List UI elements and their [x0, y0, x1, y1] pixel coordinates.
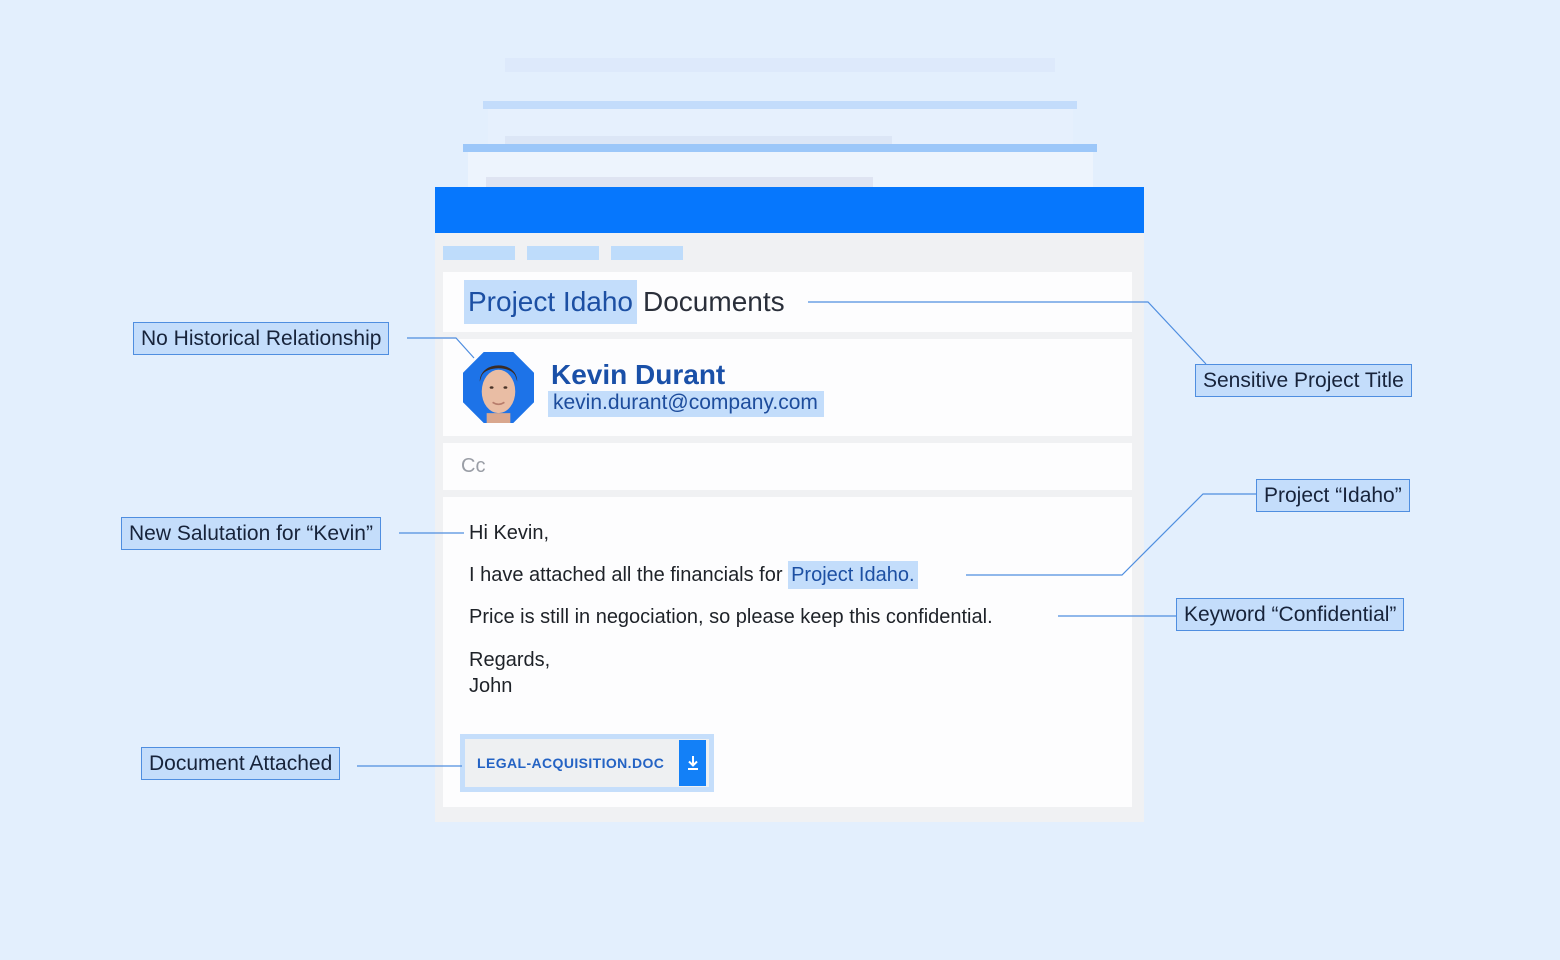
greeting: Hi Kevin,: [469, 522, 550, 544]
download-button[interactable]: [679, 740, 706, 786]
callout-sensitive-project-title: Sensitive Project Title: [1195, 364, 1412, 397]
attachment-chip[interactable]: LEGAL-ACQUISITION.DOC: [460, 734, 714, 792]
toolbar-tab[interactable]: [611, 246, 683, 260]
avatar: [463, 352, 534, 423]
callout-project-idaho: Project “Idaho”: [1256, 479, 1410, 512]
message-body[interactable]: Hi Kevin, I have attached all the financ…: [443, 497, 1132, 807]
toolbar-tab[interactable]: [443, 246, 515, 260]
email-window: Project Idaho Documents Kevin Durant kev…: [435, 187, 1144, 822]
signature: John: [469, 675, 513, 697]
attachment-name: LEGAL-ACQUISITION.DOC: [477, 755, 665, 771]
callout-new-salutation: New Salutation for “Kevin”: [121, 517, 381, 550]
toolbar-tabs: [435, 233, 1144, 272]
recipient-field[interactable]: Kevin Durant kevin.durant@company.com: [443, 339, 1132, 436]
ghost-window-bar: [505, 58, 1055, 72]
subject-highlight: Project Idaho: [464, 280, 637, 324]
contact-name: Kevin Durant: [551, 359, 726, 390]
body-line-2: Price is still in negociation, so please…: [469, 606, 993, 628]
toolbar-tab[interactable]: [527, 246, 599, 260]
subject-field[interactable]: Project Idaho Documents: [443, 272, 1132, 332]
subject-text: Documents: [643, 286, 785, 317]
callout-no-historical-relationship: No Historical Relationship: [133, 322, 390, 355]
contact-email: kevin.durant@company.com: [548, 391, 824, 417]
body-line-1-text: I have attached all the financials for: [469, 564, 789, 586]
ghost-window-titlebar: [463, 144, 1097, 152]
callout-keyword-confidential: Keyword “Confidential”: [1176, 598, 1405, 631]
body-line-1: I have attached all the financials for P…: [469, 561, 1132, 589]
download-icon: [687, 756, 698, 770]
ghost-window-bar: [486, 177, 873, 187]
ghost-window-titlebar: [483, 101, 1077, 109]
window-titlebar: [435, 187, 1144, 233]
callout-document-attached: Document Attached: [141, 747, 341, 780]
closing: Regards,: [469, 649, 551, 671]
cc-field[interactable]: Cc: [443, 443, 1132, 490]
cc-label: Cc: [461, 455, 486, 477]
body-project-highlight: Project Idaho.: [788, 561, 918, 589]
